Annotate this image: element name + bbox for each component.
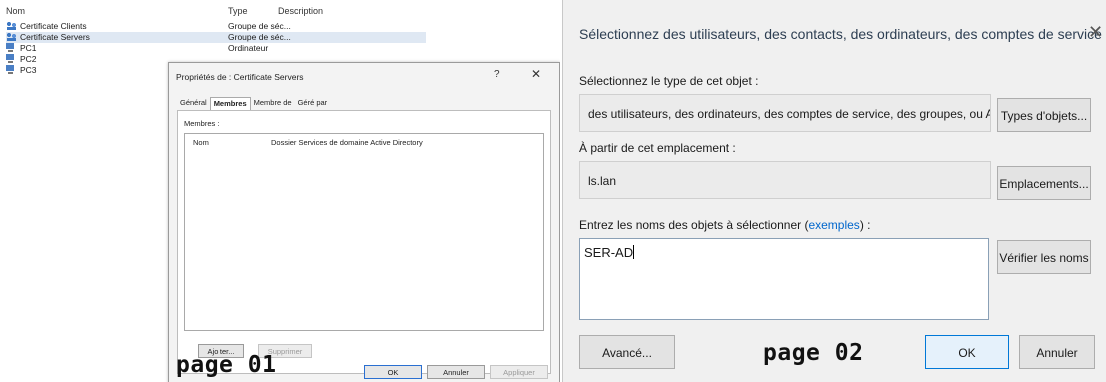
tab-members[interactable]: Membres	[209, 97, 251, 110]
list-item-type: Ordinateur	[228, 43, 269, 53]
list-item-name: PC2	[20, 54, 37, 64]
examples-link[interactable]: exemples	[808, 218, 859, 232]
list-item-name: Certificate Servers	[20, 32, 90, 42]
tab-managed-by[interactable]: Géré par	[295, 97, 331, 109]
list-item-name: PC1	[20, 43, 37, 53]
object-type-label: Sélectionnez le type de cet objet :	[579, 74, 759, 88]
object-types-button[interactable]: Types d'objets...	[997, 98, 1091, 132]
help-button[interactable]: ?	[494, 69, 500, 80]
names-label-suffix: ) :	[859, 218, 871, 232]
list-item-type: Groupe de séc...	[228, 21, 291, 31]
ok-button[interactable]: OK	[364, 365, 422, 379]
select-objects-dialog: Sélectionnez des utilisateurs, des conta…	[562, 0, 1106, 382]
list-item-certificate-servers[interactable]: Certificate Servers Groupe de séc...	[6, 32, 426, 43]
computer-icon	[6, 43, 17, 52]
names-label: Entrez les noms des objets à sélectionne…	[579, 218, 870, 232]
page-label-02: page 02	[763, 340, 864, 366]
list-item-pc1[interactable]: PC1 Ordinateur	[6, 43, 426, 54]
cancel-button[interactable]: Annuler	[1019, 335, 1095, 369]
page-label-01: page 01	[176, 352, 277, 378]
list-item-type: Groupe de séc...	[228, 32, 291, 42]
computer-icon	[6, 54, 17, 63]
properties-dialog: Propriétés de : Certificate Servers ? ✕ …	[168, 62, 560, 382]
member-column-folder[interactable]: Dossier Services de domaine Active Direc…	[271, 138, 423, 147]
group-icon	[6, 21, 17, 30]
object-type-field: des utilisateurs, des ordinateurs, des c…	[579, 94, 991, 132]
list-item-name: PC3	[20, 65, 37, 75]
members-label: Membres :	[184, 119, 220, 128]
list-item-name: Certificate Clients	[20, 21, 87, 31]
text-cursor	[633, 245, 635, 259]
object-names-value: SER-AD	[584, 245, 634, 260]
ok-button[interactable]: OK	[925, 335, 1009, 369]
column-header-type[interactable]: Type	[228, 6, 248, 16]
column-header-name[interactable]: Nom	[6, 6, 25, 16]
location-label: À partir de cet emplacement :	[579, 141, 736, 155]
computer-icon	[6, 65, 17, 74]
tab-bar: Général Membres Membre de Géré par	[177, 97, 331, 110]
check-names-button[interactable]: Vérifier les noms	[997, 240, 1091, 274]
location-field: ls.lan	[579, 161, 991, 199]
member-column-name[interactable]: Nom	[193, 138, 209, 147]
tab-member-of[interactable]: Membre de	[251, 97, 295, 109]
close-icon[interactable]: ✕	[531, 67, 541, 81]
cancel-button[interactable]: Annuler	[427, 365, 485, 379]
left-screenshot-panel: Nom Type Description Certificate Clients…	[0, 0, 560, 382]
apply-button[interactable]: Appliquer	[490, 365, 548, 379]
members-tab-panel: Membres : Nom Dossier Services de domain…	[177, 110, 551, 374]
column-header-description[interactable]: Description	[278, 6, 323, 16]
dialog-title: Propriétés de : Certificate Servers	[176, 72, 304, 82]
group-icon	[6, 32, 17, 41]
dialog-title: Sélectionnez des utilisateurs, des conta…	[579, 26, 1106, 42]
object-names-input[interactable]: SER-AD	[579, 238, 989, 320]
locations-button[interactable]: Emplacements...	[997, 166, 1091, 200]
list-item-certificate-clients[interactable]: Certificate Clients Groupe de séc...	[6, 21, 426, 32]
close-icon[interactable]: ✕	[1088, 22, 1103, 43]
members-list[interactable]: Nom Dossier Services de domaine Active D…	[184, 133, 544, 331]
names-label-text: Entrez les noms des objets à sélectionne…	[579, 218, 809, 232]
tab-general[interactable]: Général	[177, 97, 210, 109]
advanced-button[interactable]: Avancé...	[579, 335, 675, 369]
